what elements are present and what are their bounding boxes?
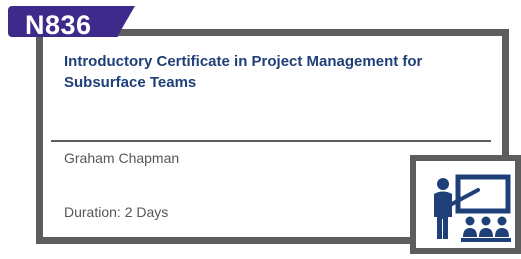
icon-box <box>410 155 521 254</box>
course-code: N836 <box>25 10 92 40</box>
course-code-tab-slant <box>117 6 135 37</box>
course-title: Introductory Certificate in Project Mana… <box>64 53 423 91</box>
divider <box>51 140 491 142</box>
classroom-presentation-icon <box>434 174 511 242</box>
course-code-tab: N836 <box>8 6 118 40</box>
course-duration: Duration: 2 Days <box>64 204 169 220</box>
card-frame-edge <box>502 29 509 158</box>
presenter-name: Graham Chapman <box>64 150 180 166</box>
